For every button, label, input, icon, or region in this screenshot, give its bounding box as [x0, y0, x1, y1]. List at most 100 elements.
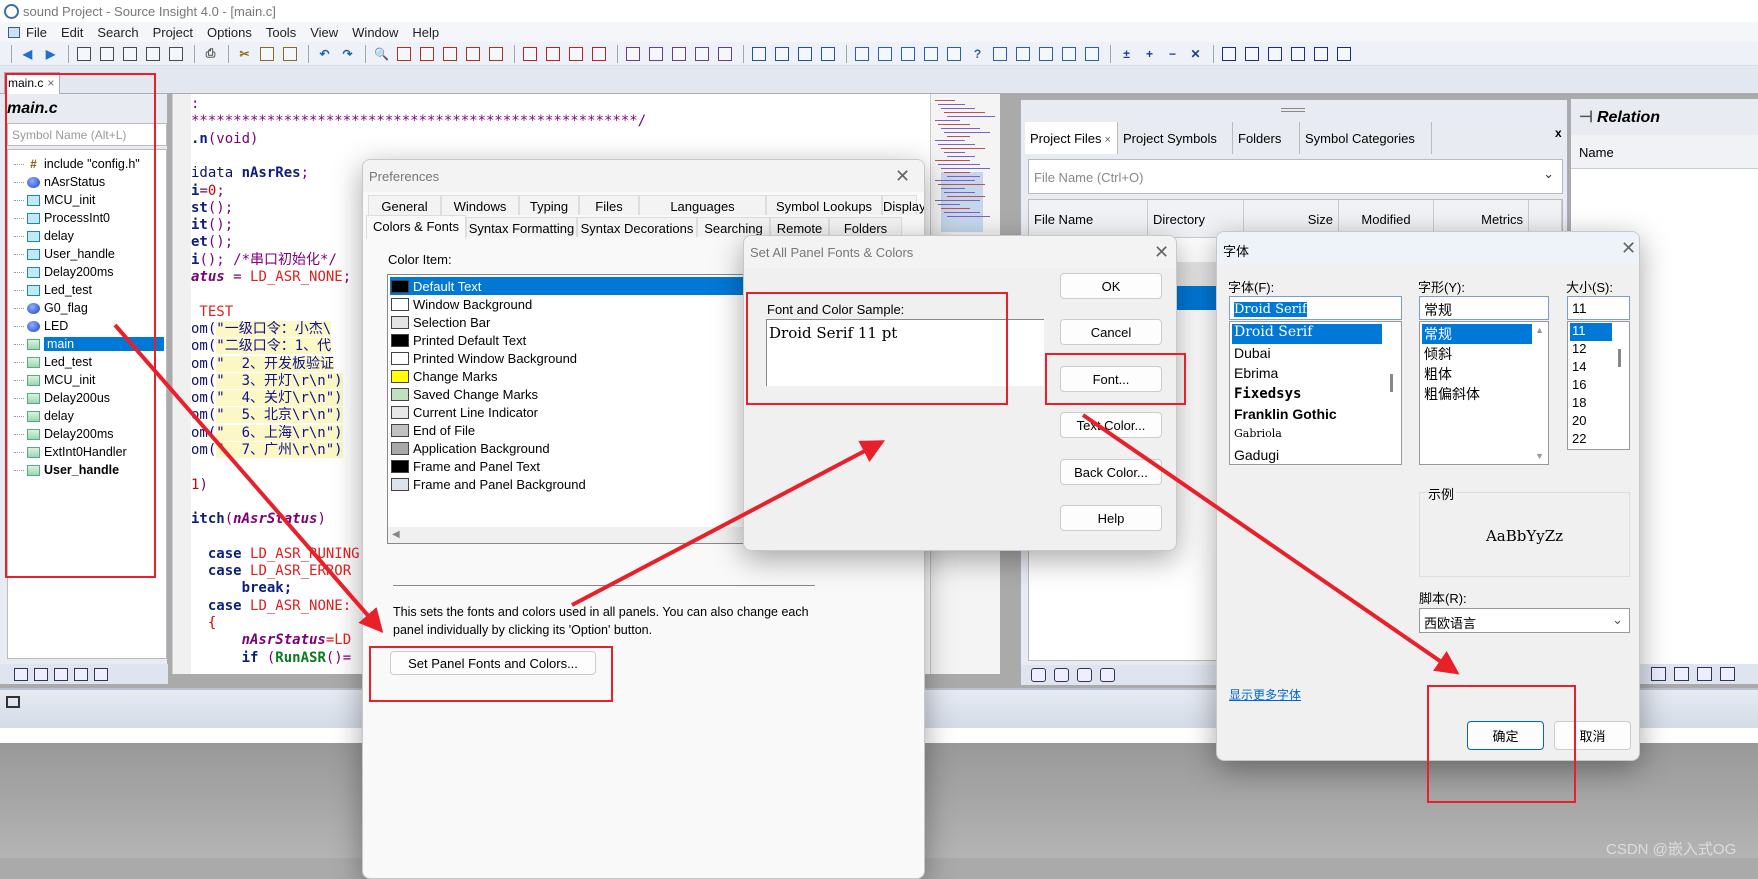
tab-close-icon[interactable]: ×: [1105, 134, 1111, 146]
project-icon[interactable]: [1054, 668, 1069, 682]
scrollbar-thumb[interactable]: [1390, 374, 1393, 392]
symbol-window-icon[interactable]: [924, 46, 938, 61]
search-back-icon[interactable]: [397, 46, 411, 61]
horizontal-scrollbar[interactable]: ◀: [388, 527, 786, 543]
menu-view[interactable]: View: [310, 25, 338, 40]
color-item[interactable]: Change Marks: [390, 367, 786, 385]
layout-2-icon[interactable]: [775, 46, 789, 61]
expand-icon[interactable]: ±: [1118, 45, 1135, 62]
tab-main-c[interactable]: main.c ×: [4, 72, 60, 94]
symbol-tree-item[interactable]: MCU_init: [14, 191, 95, 209]
menu-edit[interactable]: Edit: [61, 25, 83, 40]
font-list-item[interactable]: Ebrima: [1232, 365, 1382, 385]
tab-syntax-formatting[interactable]: Syntax Formatting: [466, 217, 577, 237]
menu-window[interactable]: Window: [352, 25, 398, 40]
set-panel-fonts-button[interactable]: Set Panel Fonts and Colors...: [390, 651, 596, 675]
tab-project-files[interactable]: Project Files ×: [1025, 122, 1118, 154]
save-all-icon[interactable]: [169, 46, 183, 61]
cancel-button[interactable]: 取消: [1554, 721, 1631, 750]
sort-az-icon[interactable]: [14, 667, 28, 681]
symbol-tree-item[interactable]: MCU_init: [14, 371, 95, 389]
font-name-input[interactable]: Droid Serif: [1229, 296, 1402, 320]
columns-icon[interactable]: [1085, 46, 1099, 61]
tab-close-icon[interactable]: ×: [47, 76, 54, 91]
tab-searching[interactable]: Searching: [697, 217, 770, 237]
font-style-input[interactable]: 常规: [1419, 296, 1549, 320]
size-list-item[interactable]: 18: [1570, 395, 1612, 413]
clip-d-icon[interactable]: [1291, 46, 1305, 61]
font-list-item[interactable]: Fixedsys: [1232, 386, 1382, 406]
tab-files[interactable]: Files: [579, 195, 639, 215]
web-search-icon[interactable]: [489, 46, 503, 61]
relation-column-name[interactable]: Name: [1571, 135, 1758, 169]
clip-c-icon[interactable]: [1268, 46, 1282, 61]
tab-typing[interactable]: Typing: [519, 195, 579, 215]
tab-colors-fonts[interactable]: Colors & Fonts: [366, 215, 466, 239]
search-forward-icon[interactable]: [420, 46, 434, 61]
font-list-item[interactable]: Gabriola: [1232, 427, 1382, 447]
layout-1-icon[interactable]: [752, 46, 766, 61]
bookmark-next-icon[interactable]: [546, 46, 560, 61]
style-list-item[interactable]: 常规: [1422, 324, 1532, 344]
symbol-tree-item[interactable]: delay: [14, 407, 74, 425]
tab-symbol-categories[interactable]: Symbol Categories: [1300, 122, 1432, 154]
outline-icon[interactable]: [1697, 667, 1712, 681]
symbol-tree-item[interactable]: User_handle: [14, 461, 119, 479]
color-item[interactable]: Selection Bar: [390, 313, 786, 331]
size-list-item[interactable]: 11: [1570, 323, 1612, 341]
minimap-viewport[interactable]: [941, 172, 983, 232]
clip-b-icon[interactable]: [1245, 46, 1259, 61]
style-list-item[interactable]: 倾斜: [1422, 344, 1532, 364]
cancel-button[interactable]: Cancel: [1060, 319, 1162, 345]
color-item[interactable]: End of File: [390, 421, 786, 439]
ok-button[interactable]: 确定: [1467, 721, 1544, 750]
scroll-up-icon[interactable]: ▲: [1535, 325, 1544, 335]
symbol-tree-item[interactable]: User_handle: [14, 245, 115, 263]
color-item[interactable]: Default Text: [390, 277, 786, 295]
refresh-icon[interactable]: [1674, 667, 1689, 681]
open-icon[interactable]: [100, 46, 114, 61]
folder-icon[interactable]: [1314, 46, 1328, 61]
copy-icon[interactable]: [260, 46, 274, 61]
relation-window-icon[interactable]: [901, 46, 915, 61]
close-icon[interactable]: ✕: [895, 166, 910, 187]
tab-symbol-lookups[interactable]: Symbol Lookups: [766, 195, 882, 215]
print-icon[interactable]: ⎙: [202, 45, 219, 62]
symbol-search-input[interactable]: Symbol Name (Alt+L): [7, 123, 167, 146]
call-graph-icon[interactable]: [695, 46, 709, 61]
font-size-list[interactable]: 11 12 14 16 18 20 22: [1567, 321, 1630, 450]
color-item[interactable]: Printed Default Text: [390, 331, 786, 349]
redo-icon[interactable]: ↷: [339, 45, 356, 62]
clip-icon[interactable]: [947, 46, 961, 61]
symbol-tree-item[interactable]: # include "config.h": [14, 155, 140, 173]
project-window-icon[interactable]: [855, 46, 869, 61]
context-window-icon[interactable]: [878, 46, 892, 61]
style-list-item[interactable]: 粗偏斜体: [1422, 384, 1532, 404]
bird-icon[interactable]: [1039, 46, 1053, 61]
clip-a-icon[interactable]: [1222, 46, 1236, 61]
symbol-tree-item[interactable]: delay: [14, 227, 74, 245]
menu-file[interactable]: File: [26, 25, 47, 40]
color-item[interactable]: Application Background: [390, 439, 786, 457]
symbol-tree-item[interactable]: main: [14, 335, 164, 353]
categories-icon[interactable]: [54, 667, 68, 681]
save-icon[interactable]: [123, 46, 137, 61]
menu-search[interactable]: Search: [97, 25, 138, 40]
close-icon[interactable]: ✕: [1621, 238, 1636, 259]
tab-remote[interactable]: Remote: [770, 217, 829, 237]
tab-folders[interactable]: Folders: [1233, 122, 1300, 154]
graph-icon[interactable]: [1720, 667, 1735, 681]
delete-icon[interactable]: ✕: [1187, 45, 1204, 62]
bookmark-icon[interactable]: [592, 46, 606, 61]
font-list[interactable]: Droid Serif Dubai Ebrima Fixedsys Franklin G…: [1229, 321, 1402, 465]
style-list-item[interactable]: 粗体: [1422, 364, 1532, 384]
paste-icon[interactable]: [283, 46, 297, 61]
script-select[interactable]: 西欧语言 ⌄: [1419, 608, 1630, 633]
close-icon[interactable]: ✕: [1154, 242, 1169, 263]
lock-icon[interactable]: [1651, 667, 1666, 681]
outdent-icon[interactable]: [569, 46, 583, 61]
color-item[interactable]: Printed Window Background: [390, 349, 786, 367]
font-size-input[interactable]: 11: [1567, 296, 1630, 320]
column-header-file-name[interactable]: File Name: [1029, 200, 1148, 238]
font-list-item[interactable]: Dubai: [1232, 345, 1382, 365]
